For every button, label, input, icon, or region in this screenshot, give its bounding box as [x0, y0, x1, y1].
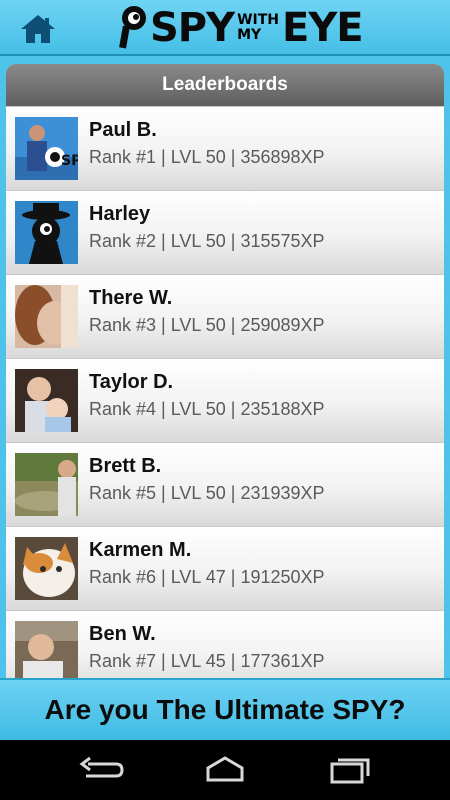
logo-word-my: MY — [237, 27, 262, 43]
leaderboard-panel: Leaderboards SPY Paul B. Rank #1 | LVL 5… — [6, 64, 444, 678]
app-logo: SPY WITH MY EYE — [118, 2, 364, 54]
back-icon — [79, 756, 124, 778]
avatar — [15, 453, 78, 516]
leaderboard-row[interactable]: SPY Paul B. Rank #1 | LVL 50 | 356898XP — [6, 106, 444, 190]
player-stats: Rank #1 | LVL 50 | 356898XP — [89, 147, 325, 167]
player-name: There W. — [89, 287, 173, 309]
home-icon — [21, 15, 55, 43]
player-name: Brett B. — [89, 455, 162, 477]
player-name: Harley — [89, 203, 151, 225]
svg-text:SPY: SPY — [61, 153, 78, 169]
avatar — [15, 621, 78, 678]
banner-text: Are you The Ultimate SPY? — [44, 694, 406, 725]
player-stats: Rank #6 | LVL 47 | 191250XP — [89, 567, 325, 587]
player-name: Karmen M. — [89, 539, 192, 561]
leaderboard-row[interactable]: Ben W. Rank #7 | LVL 45 | 177361XP — [6, 610, 444, 678]
back-button[interactable] — [76, 754, 126, 786]
avatar — [15, 537, 78, 600]
leaderboard-row[interactable]: Harley Rank #2 | LVL 50 | 315575XP — [6, 190, 444, 274]
player-stats: Rank #5 | LVL 50 | 231939XP — [89, 483, 325, 503]
android-nav-bar — [0, 740, 450, 800]
player-name: Taylor D. — [89, 371, 174, 393]
avatar — [15, 285, 78, 348]
leaderboard-row[interactable]: There W. Rank #3 | LVL 50 | 259089XP — [6, 274, 444, 358]
recent-apps-icon — [330, 758, 370, 784]
player-stats: Rank #3 | LVL 50 | 259089XP — [89, 315, 325, 335]
app-header: SPY WITH MY EYE — [0, 0, 450, 56]
avatar — [15, 201, 78, 264]
leaderboard-row[interactable]: Taylor D. Rank #4 | LVL 50 | 235188XP — [6, 358, 444, 442]
logo-word-spy: SPY — [150, 5, 235, 51]
promo-banner[interactable]: Are you The Ultimate SPY? — [0, 678, 450, 740]
player-name: Ben W. — [89, 623, 156, 645]
logo-word-with: WITH — [237, 12, 280, 28]
home-nav-button[interactable] — [200, 754, 250, 786]
leaderboard-title: Leaderboards — [6, 64, 444, 106]
logo-word-with-my: WITH MY — [237, 13, 279, 43]
home-nav-icon — [206, 756, 244, 782]
logo-word-eye: EYE — [282, 5, 364, 51]
leaderboard-row[interactable]: Brett B. Rank #5 | LVL 50 | 231939XP — [6, 442, 444, 526]
recent-apps-button[interactable] — [326, 754, 376, 786]
player-stats: Rank #2 | LVL 50 | 315575XP — [89, 231, 325, 251]
player-name: Paul B. — [89, 119, 157, 141]
player-stats: Rank #4 | LVL 50 | 235188XP — [89, 399, 325, 419]
keyhole-eye-icon — [119, 6, 146, 49]
home-button[interactable] — [18, 12, 58, 46]
avatar — [15, 369, 78, 432]
avatar: SPY — [15, 117, 78, 180]
main-content: Leaderboards SPY Paul B. Rank #1 | LVL 5… — [0, 56, 450, 678]
player-stats: Rank #7 | LVL 45 | 177361XP — [89, 651, 325, 671]
leaderboard-row[interactable]: Karmen M. Rank #6 | LVL 47 | 191250XP — [6, 526, 444, 610]
